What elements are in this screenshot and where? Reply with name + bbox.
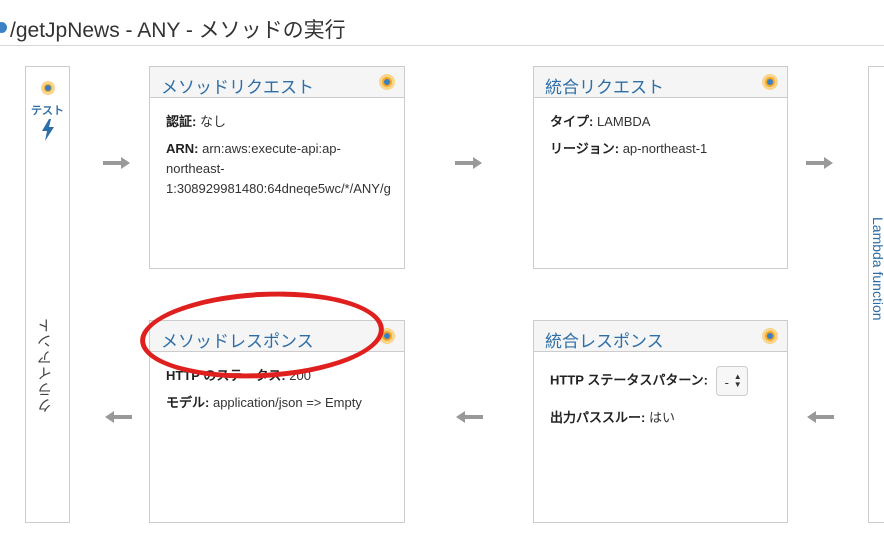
arrow-left-icon <box>456 411 483 423</box>
arn-value-line1: arn:aws:execute-api:ap- <box>202 141 341 156</box>
lambda-panel: Lambda function <box>868 66 884 523</box>
integration-response-panel: 統合レスポンス HTTP ステータスパターン: - ▲ ▼ 出力パススルー: はい <box>533 320 788 523</box>
method-response-panel: メソッドレスポンス HTTP のステータス: 200 モデル: applicat… <box>149 320 405 523</box>
client-label: クライアント <box>37 317 54 413</box>
status-dot-icon <box>41 81 55 95</box>
auth-row: 認証: なし <box>166 112 404 131</box>
type-row: タイプ: LAMBDA <box>550 112 787 131</box>
method-request-title-link[interactable]: メソッドリクエスト <box>161 73 314 98</box>
model-value: application/json => Empty <box>212 395 362 410</box>
arn-value-line3: 1:308929981480:64dneqe5wc/*/ANY/g <box>166 181 391 196</box>
status-pattern-value: - <box>724 375 729 390</box>
status-dot-icon <box>379 74 395 90</box>
lightning-bolt-icon[interactable] <box>40 119 56 141</box>
lambda-panel-link[interactable]: Lambda function <box>870 217 884 321</box>
integration-response-header: 統合レスポンス <box>534 321 787 352</box>
http-status-value: 200 <box>289 368 311 383</box>
status-dot-icon <box>762 74 778 90</box>
auth-label: 認証: <box>166 114 197 129</box>
test-link[interactable]: テスト <box>26 102 69 118</box>
integration-request-title-link[interactable]: 統合リクエスト <box>545 73 664 98</box>
page-header: /getJpNews - ANY - メソッドの実行 <box>0 0 884 46</box>
arn-label: ARN: <box>166 141 199 156</box>
method-response-title-link[interactable]: メソッドレスポンス <box>161 327 314 352</box>
integration-response-title-link[interactable]: 統合レスポンス <box>545 327 664 352</box>
header-dot-icon <box>0 22 7 33</box>
client-panel: テスト クライアント <box>25 66 70 523</box>
status-pattern-label: HTTP ステータスパターン: <box>550 372 708 388</box>
arn-value-line2: northeast- <box>166 161 225 176</box>
arrow-right-icon <box>806 157 833 169</box>
passthrough-value: はい <box>648 410 675 425</box>
select-updown-icon: ▲ ▼ <box>733 372 742 389</box>
page-title: /getJpNews - ANY - メソッドの実行 <box>10 19 346 42</box>
arrow-left-icon <box>105 411 132 423</box>
arn-row: ARN: arn:aws:execute-api:ap- northeast- … <box>166 139 404 199</box>
type-value: LAMBDA <box>596 114 651 129</box>
region-row: リージョン: ap-northeast-1 <box>550 139 787 158</box>
integration-request-panel: 統合リクエスト タイプ: LAMBDA リージョン: ap-northeast-… <box>533 66 788 269</box>
method-request-header: メソッドリクエスト <box>150 67 404 98</box>
integration-request-header: 統合リクエスト <box>534 67 787 98</box>
type-label: タイプ: <box>550 114 594 129</box>
model-row: モデル: application/json => Empty <box>166 393 404 412</box>
arrow-right-icon <box>103 157 130 169</box>
arrow-right-icon <box>455 157 482 169</box>
status-pattern-row: HTTP ステータスパターン: - ▲ ▼ <box>550 366 787 396</box>
http-status-label: HTTP のステータス: <box>166 368 286 383</box>
passthrough-label: 出力パススルー: <box>550 410 646 425</box>
status-dot-icon <box>762 328 778 344</box>
arrow-left-icon <box>807 411 834 423</box>
model-label: モデル: <box>166 395 210 410</box>
method-request-panel: メソッドリクエスト 認証: なし ARN: arn:aws:execute-ap… <box>149 66 405 269</box>
method-response-header: メソッドレスポンス <box>150 321 404 352</box>
auth-value: なし <box>199 114 226 129</box>
region-label: リージョン: <box>550 141 620 156</box>
http-status-row: HTTP のステータス: 200 <box>166 366 404 385</box>
region-value: ap-northeast-1 <box>622 141 708 156</box>
status-pattern-select[interactable]: - ▲ ▼ <box>715 366 748 396</box>
status-dot-icon <box>379 328 395 344</box>
passthrough-row: 出力パススルー: はい <box>550 408 787 427</box>
